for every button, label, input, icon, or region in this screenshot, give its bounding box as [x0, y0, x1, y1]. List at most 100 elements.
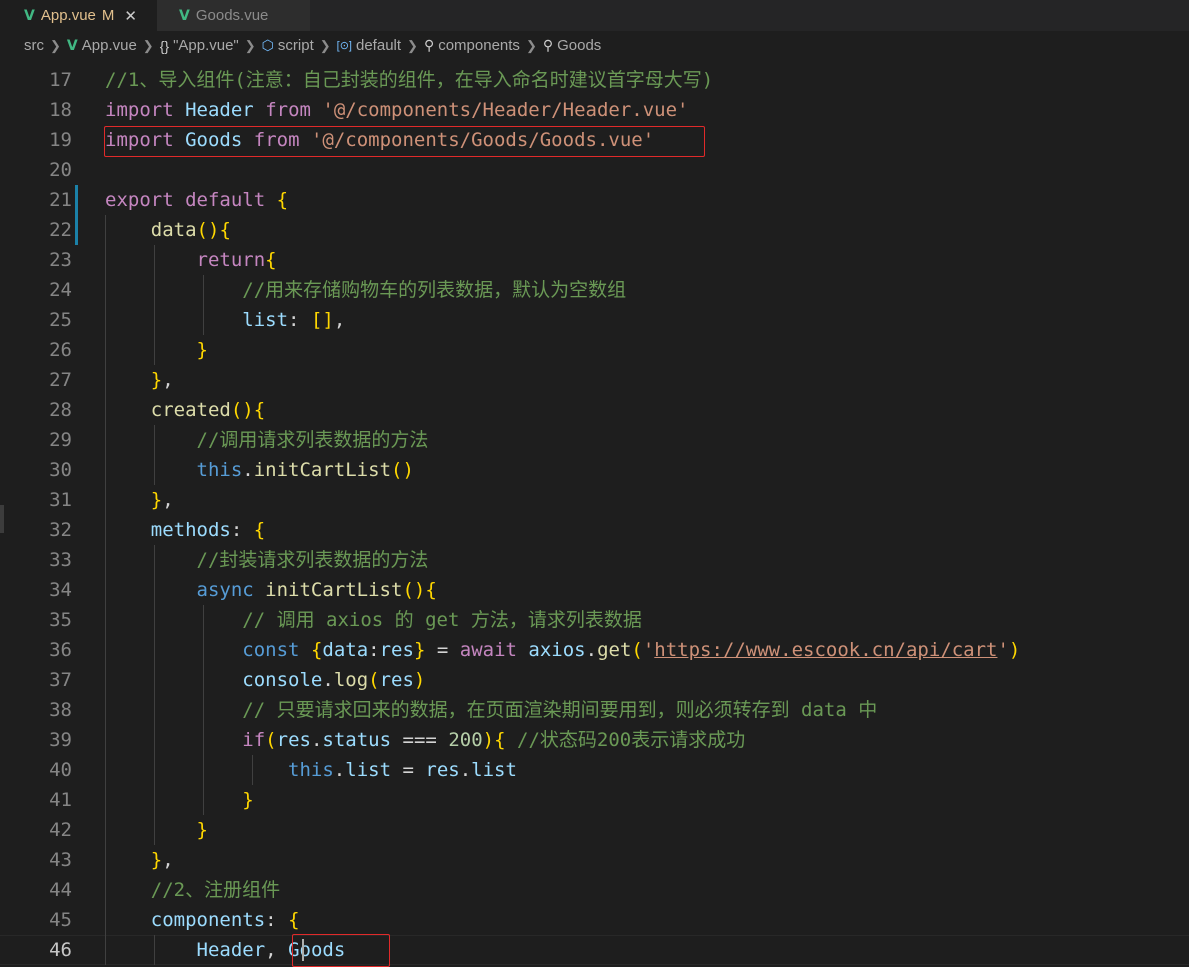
breadcrumb-item-components[interactable]: ⚲ components: [424, 37, 520, 54]
indent-guide: [105, 215, 106, 965]
code-line[interactable]: 38 // 只要请求回来的数据，在页面渲染期间要用到，则必须转存到 data 中: [0, 695, 1189, 725]
code-text: list: [],: [242, 309, 346, 331]
close-icon[interactable]: ✕: [124, 7, 137, 25]
code-line[interactable]: 40 this.list = res.list: [0, 755, 1189, 785]
breadcrumb-item-app-vue[interactable]: V App.vue: [67, 37, 137, 54]
line-number: 38: [49, 699, 72, 721]
code-line[interactable]: 45 components: {: [0, 905, 1189, 935]
code-line[interactable]: 43 },: [0, 845, 1189, 875]
code-line[interactable]: 31 },: [0, 485, 1189, 515]
tab-goods-vue[interactable]: V Goods.vue: [157, 0, 310, 31]
breadcrumb-item-src[interactable]: src: [24, 37, 44, 54]
code-text: return{: [196, 249, 277, 271]
line-number: 18: [49, 99, 72, 121]
line-number: 43: [49, 849, 72, 871]
chevron-right-icon: ❯: [319, 37, 331, 53]
line-number: 33: [49, 549, 72, 571]
code-line[interactable]: 23 return{: [0, 245, 1189, 275]
text-caret: [302, 939, 304, 961]
chevron-right-icon: ❯: [50, 37, 61, 53]
breadcrumb-item-goods[interactable]: ⚲ Goods: [543, 37, 601, 54]
code-text: this.initCartList(): [196, 459, 414, 481]
line-number: 35: [49, 609, 72, 631]
code-line[interactable]: 44 //2、注册组件: [0, 875, 1189, 905]
modified-indicator: M: [101, 7, 115, 24]
code-text: },: [150, 849, 174, 871]
line-number: 31: [49, 489, 72, 511]
code-text: },: [150, 489, 174, 511]
braces-icon: {}: [159, 37, 170, 54]
code-line[interactable]: 42 }: [0, 815, 1189, 845]
breadcrumb-item-script[interactable]: ⬡ script: [262, 37, 314, 54]
line-number: 39: [49, 729, 72, 751]
code-text: methods: {: [150, 519, 266, 541]
code-text: }: [196, 339, 208, 361]
line-number: 28: [49, 399, 72, 421]
code-line[interactable]: 35 // 调用 axios 的 get 方法，请求列表数据: [0, 605, 1189, 635]
code-line[interactable]: 37 console.log(res): [0, 665, 1189, 695]
vue-file-icon: V: [179, 7, 190, 24]
code-text: }: [242, 789, 254, 811]
code-line[interactable]: 29 //调用请求列表数据的方法: [0, 425, 1189, 455]
code-line[interactable]: 25 list: [],: [0, 305, 1189, 335]
highlight-box-goods-component: [292, 934, 390, 967]
code-text: //用来存储购物车的列表数据，默认为空数组: [242, 279, 627, 301]
code-text: //2、注册组件: [150, 879, 281, 901]
code-line[interactable]: 41 }: [0, 785, 1189, 815]
breadcrumb-item-default[interactable]: [⊙] default: [337, 37, 401, 54]
indent-guide: [154, 425, 155, 485]
code-line[interactable]: 26 }: [0, 335, 1189, 365]
change-marker: [75, 185, 78, 245]
line-number: 36: [49, 639, 72, 661]
indent-guide: [252, 755, 253, 785]
code-line[interactable]: 30 this.initCartList(): [0, 455, 1189, 485]
code-line[interactable]: 36 const {data:res} = await axios.get('h…: [0, 635, 1189, 665]
line-number: 26: [49, 339, 72, 361]
tab-app-vue[interactable]: V App.vue M ✕: [0, 0, 157, 31]
code-line[interactable]: 32 methods: {: [0, 515, 1189, 545]
code-line[interactable]: 20: [0, 155, 1189, 185]
line-number: 25: [49, 309, 72, 331]
line-number: 37: [49, 669, 72, 691]
code-line[interactable]: 24 //用来存储购物车的列表数据，默认为空数组: [0, 275, 1189, 305]
code-line[interactable]: 34 async initCartList(){: [0, 575, 1189, 605]
indent-guide: [203, 275, 204, 335]
tab-label: App.vue: [40, 7, 96, 24]
line-number: 40: [49, 759, 72, 781]
code-text: //1、导入组件(注意：自己封装的组件，在导入命名时建议首字母大写): [105, 69, 714, 91]
code-line[interactable]: 46 Header, Goods: [0, 935, 1189, 965]
module-cube-icon: ⬡: [261, 37, 274, 53]
highlight-box-import-goods: [104, 126, 705, 157]
chevron-right-icon: ❯: [142, 37, 154, 53]
code-line[interactable]: 18 import Header from '@/components/Heade…: [0, 95, 1189, 125]
breadcrumb-item-module[interactable]: {} "App.vue": [160, 37, 239, 54]
code-text: created(){: [150, 399, 266, 421]
code-text: }: [196, 819, 208, 841]
line-number: 20: [49, 159, 72, 181]
code-text: // 只要请求回来的数据，在页面渲染期间要用到，则必须转存到 data 中: [242, 699, 878, 721]
code-line[interactable]: 28 created(){: [0, 395, 1189, 425]
wrench-icon: ⚲: [423, 37, 435, 53]
code-line[interactable]: 22 data(){: [0, 215, 1189, 245]
indent-guide: [203, 605, 204, 815]
line-number: 41: [49, 789, 72, 811]
code-editor[interactable]: 17 //1、导入组件(注意：自己封装的组件，在导入命名时建议首字母大写) 18 im…: [0, 60, 1189, 967]
code-line[interactable]: 33 //封装请求列表数据的方法: [0, 545, 1189, 575]
code-text: data(){: [150, 219, 231, 241]
line-number: 34: [49, 579, 72, 601]
code-text: if(res.status === 200){ //状态码200表示请求成功: [242, 729, 746, 751]
line-number: 42: [49, 819, 72, 841]
variable-icon: [⊙]: [336, 40, 352, 52]
code-line[interactable]: 39 if(res.status === 200){ //状态码200表示请求成…: [0, 725, 1189, 755]
code-line[interactable]: 21 export default {: [0, 185, 1189, 215]
line-number: 21: [49, 189, 72, 211]
line-number: 45: [49, 909, 72, 931]
tab-label: Goods.vue: [195, 7, 269, 24]
wrench-icon: ⚲: [542, 37, 554, 53]
line-number: 23: [49, 249, 72, 271]
line-number: 32: [49, 519, 72, 541]
code-line[interactable]: 17 //1、导入组件(注意：自己封装的组件，在导入命名时建议首字母大写): [0, 65, 1189, 95]
code-line[interactable]: 27 },: [0, 365, 1189, 395]
editor-tab-bar: V App.vue M ✕ V Goods.vue: [0, 0, 1189, 31]
code-text: this.list = res.list: [288, 759, 517, 781]
